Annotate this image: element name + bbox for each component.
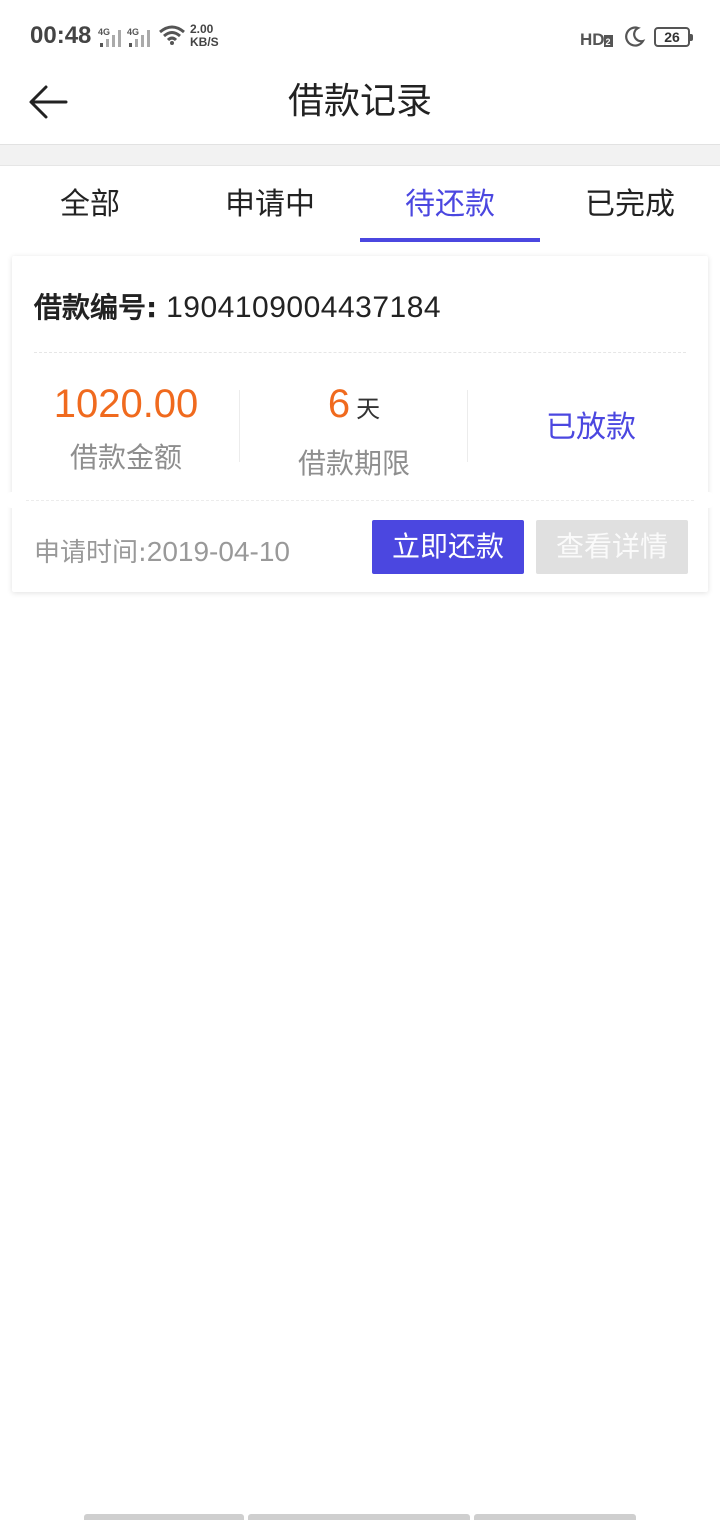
loan-number-label: 借款编号: <box>34 291 158 324</box>
hd-label: HD <box>580 30 605 49</box>
view-details-button[interactable]: 查看详情 <box>536 520 688 574</box>
loan-stats: 1020.00 借款金额 6天 借款期限 已放款 <box>12 368 708 488</box>
loan-term-label: 借款期限 <box>297 447 410 480</box>
divider <box>26 500 694 501</box>
divider <box>0 145 720 166</box>
tab-pending-repayment[interactable]: 待还款 <box>360 166 540 242</box>
hd-sub: 2 <box>606 37 611 47</box>
loan-amount: 1020.00 借款金额 <box>12 368 240 488</box>
sim1-label: 4G <box>98 27 110 37</box>
tab-all[interactable]: 全部 <box>0 166 180 242</box>
wifi-icon <box>159 25 185 45</box>
loan-term: 6天 借款期限 <box>240 368 468 488</box>
hd-icon: HD 2 <box>580 30 613 49</box>
loan-term-value: 6 <box>327 382 351 426</box>
page-title: 借款记录 <box>287 81 432 122</box>
loan-amount-label: 借款金额 <box>69 441 182 474</box>
apply-time: 申请时间:2019-04-10 <box>34 532 290 569</box>
signal-sim1-icon: 4G <box>98 27 121 47</box>
loan-number: 借款编号: 1904109004437184 <box>34 286 441 326</box>
loan-card[interactable]: 借款编号: 1904109004437184 1020.00 借款金额 6天 借… <box>4 256 716 592</box>
status-bar: 00:48 4G 4G 2.00 KB/S HD 2 26 <box>0 0 720 72</box>
tab-applying[interactable]: 申请中 <box>180 166 360 242</box>
card-notch-left <box>4 492 20 508</box>
moon-icon <box>625 26 646 47</box>
loan-status: 已放款 <box>468 368 696 488</box>
gesture-bar-segment <box>84 1514 244 1520</box>
divider <box>34 352 686 353</box>
signal-sim2-icon: 4G <box>127 27 150 47</box>
repay-now-button[interactable]: 立即还款 <box>372 520 524 574</box>
tab-bar: 全部 申请中 待还款 已完成 <box>0 166 720 242</box>
speed-unit: KB/S <box>190 35 219 49</box>
apply-time-value: 2019-04-10 <box>146 536 290 567</box>
loan-amount-value: 1020.00 <box>53 382 199 426</box>
status-time: 00:48 <box>30 22 92 49</box>
title-bar: 借款记录 <box>0 72 720 145</box>
network-speed: 2.00 KB/S <box>190 23 219 49</box>
loan-term-unit: 天 <box>356 396 381 423</box>
loan-number-value: 1904109004437184 <box>166 291 442 324</box>
gesture-bar <box>84 1514 636 1520</box>
gesture-bar-segment <box>474 1514 636 1520</box>
loan-status-text: 已放款 <box>546 410 636 445</box>
battery-icon: 26 <box>654 27 693 47</box>
card-notch-right <box>700 492 716 508</box>
sim2-label: 4G <box>127 27 139 37</box>
tab-completed[interactable]: 已完成 <box>540 166 720 242</box>
gesture-bar-segment <box>248 1514 470 1520</box>
loan-term-value-wrap: 6天 <box>240 380 468 434</box>
apply-time-label: 申请时间: <box>34 538 147 568</box>
